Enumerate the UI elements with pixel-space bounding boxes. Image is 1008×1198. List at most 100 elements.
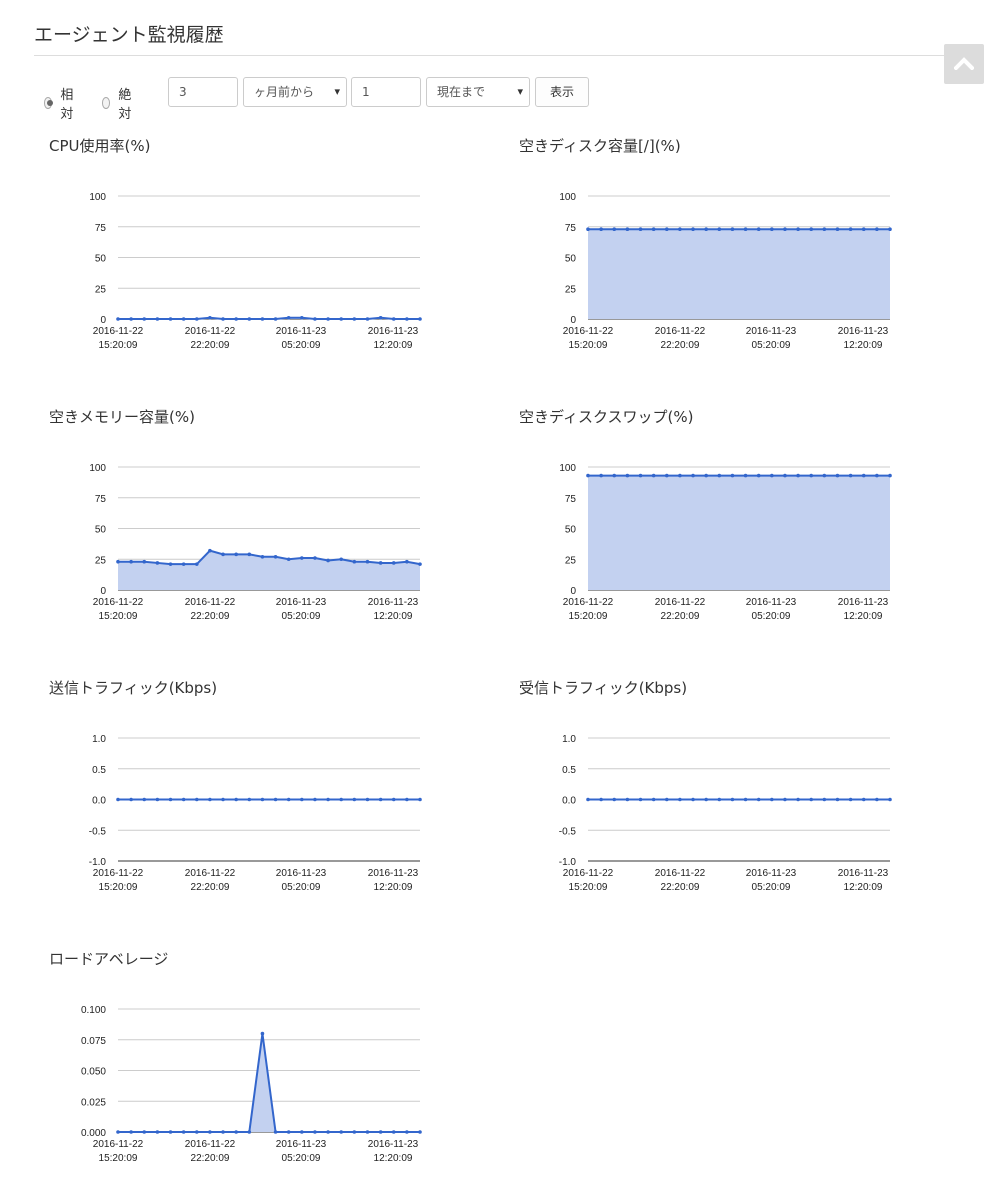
data-point[interactable] bbox=[326, 797, 330, 802]
data-point[interactable] bbox=[717, 797, 722, 802]
data-point[interactable] bbox=[405, 559, 409, 564]
data-point[interactable] bbox=[313, 797, 317, 802]
data-point[interactable] bbox=[717, 227, 722, 232]
data-point[interactable] bbox=[129, 797, 133, 802]
data-point[interactable] bbox=[116, 317, 120, 321]
data-point[interactable] bbox=[168, 317, 173, 321]
data-point[interactable] bbox=[599, 797, 603, 802]
data-point[interactable] bbox=[181, 797, 186, 802]
data-point[interactable] bbox=[888, 227, 892, 232]
data-point[interactable] bbox=[691, 473, 695, 478]
data-point[interactable] bbox=[756, 227, 761, 232]
data-point[interactable] bbox=[625, 227, 630, 232]
data-point[interactable] bbox=[234, 797, 238, 802]
to-value-input[interactable]: 1 bbox=[351, 77, 421, 107]
data-point[interactable] bbox=[194, 317, 199, 321]
data-point[interactable] bbox=[260, 317, 265, 321]
data-point[interactable] bbox=[651, 797, 656, 802]
data-point[interactable] bbox=[599, 227, 603, 232]
data-point[interactable] bbox=[168, 562, 173, 566]
data-point[interactable] bbox=[691, 227, 695, 232]
data-point[interactable] bbox=[260, 797, 265, 802]
data-point[interactable] bbox=[339, 1130, 344, 1134]
data-point[interactable] bbox=[273, 554, 278, 559]
data-point[interactable] bbox=[418, 797, 422, 802]
data-point[interactable] bbox=[116, 559, 120, 564]
data-point[interactable] bbox=[625, 797, 630, 802]
data-point[interactable] bbox=[835, 797, 840, 802]
data-point[interactable] bbox=[717, 473, 722, 478]
data-point[interactable] bbox=[300, 556, 304, 560]
data-point[interactable] bbox=[678, 227, 682, 232]
data-point[interactable] bbox=[300, 1130, 304, 1134]
data-point[interactable] bbox=[704, 797, 708, 802]
data-point[interactable] bbox=[391, 1130, 396, 1134]
data-point[interactable] bbox=[678, 473, 682, 478]
data-point[interactable] bbox=[247, 1130, 252, 1134]
absolute-option[interactable]: 絶対 bbox=[102, 84, 135, 122]
data-point[interactable] bbox=[352, 797, 357, 802]
data-point[interactable] bbox=[352, 317, 357, 321]
data-point[interactable] bbox=[783, 227, 787, 232]
data-point[interactable] bbox=[378, 561, 383, 565]
data-point[interactable] bbox=[286, 1130, 291, 1134]
data-point[interactable] bbox=[155, 317, 160, 321]
data-point[interactable] bbox=[875, 473, 879, 478]
data-point[interactable] bbox=[848, 797, 853, 802]
data-point[interactable] bbox=[418, 562, 422, 566]
data-point[interactable] bbox=[273, 317, 278, 321]
data-point[interactable] bbox=[247, 797, 252, 802]
data-point[interactable] bbox=[418, 1130, 422, 1134]
from-value-input[interactable]: 3 bbox=[168, 77, 238, 107]
data-point[interactable] bbox=[326, 1130, 330, 1134]
data-point[interactable] bbox=[822, 473, 827, 478]
data-point[interactable] bbox=[313, 1130, 317, 1134]
data-point[interactable] bbox=[365, 317, 370, 321]
data-point[interactable] bbox=[300, 797, 304, 802]
data-point[interactable] bbox=[586, 473, 590, 478]
data-point[interactable] bbox=[756, 797, 761, 802]
data-point[interactable] bbox=[730, 473, 735, 478]
data-point[interactable] bbox=[638, 797, 643, 802]
data-point[interactable] bbox=[770, 227, 774, 232]
data-point[interactable] bbox=[638, 473, 643, 478]
data-point[interactable] bbox=[194, 797, 199, 802]
data-point[interactable] bbox=[181, 317, 186, 321]
data-point[interactable] bbox=[664, 797, 669, 802]
data-point[interactable] bbox=[339, 317, 344, 321]
data-point[interactable] bbox=[809, 473, 814, 478]
data-point[interactable] bbox=[783, 797, 787, 802]
data-point[interactable] bbox=[730, 227, 735, 232]
data-point[interactable] bbox=[888, 797, 892, 802]
data-point[interactable] bbox=[612, 797, 617, 802]
data-point[interactable] bbox=[861, 227, 866, 232]
data-point[interactable] bbox=[365, 1130, 370, 1134]
data-point[interactable] bbox=[809, 797, 814, 802]
data-point[interactable] bbox=[326, 317, 330, 321]
data-point[interactable] bbox=[365, 797, 370, 802]
data-point[interactable] bbox=[822, 797, 827, 802]
data-point[interactable] bbox=[221, 317, 225, 321]
data-point[interactable] bbox=[234, 552, 238, 557]
data-point[interactable] bbox=[391, 797, 396, 802]
data-point[interactable] bbox=[770, 797, 774, 802]
data-point[interactable] bbox=[625, 473, 630, 478]
data-point[interactable] bbox=[260, 554, 265, 559]
data-point[interactable] bbox=[875, 797, 879, 802]
data-point[interactable] bbox=[286, 797, 291, 802]
data-point[interactable] bbox=[194, 1130, 199, 1134]
data-point[interactable] bbox=[378, 1130, 383, 1134]
data-point[interactable] bbox=[599, 473, 603, 478]
data-point[interactable] bbox=[300, 315, 304, 320]
data-point[interactable] bbox=[848, 227, 853, 232]
to-unit-select[interactable]: 現在まで bbox=[426, 77, 530, 107]
data-point[interactable] bbox=[339, 557, 344, 562]
data-point[interactable] bbox=[638, 227, 643, 232]
data-point[interactable] bbox=[116, 1130, 120, 1134]
data-point[interactable] bbox=[612, 227, 617, 232]
data-point[interactable] bbox=[208, 797, 212, 802]
data-point[interactable] bbox=[888, 473, 892, 478]
data-point[interactable] bbox=[155, 1130, 160, 1134]
data-point[interactable] bbox=[286, 315, 291, 320]
data-point[interactable] bbox=[391, 561, 396, 565]
